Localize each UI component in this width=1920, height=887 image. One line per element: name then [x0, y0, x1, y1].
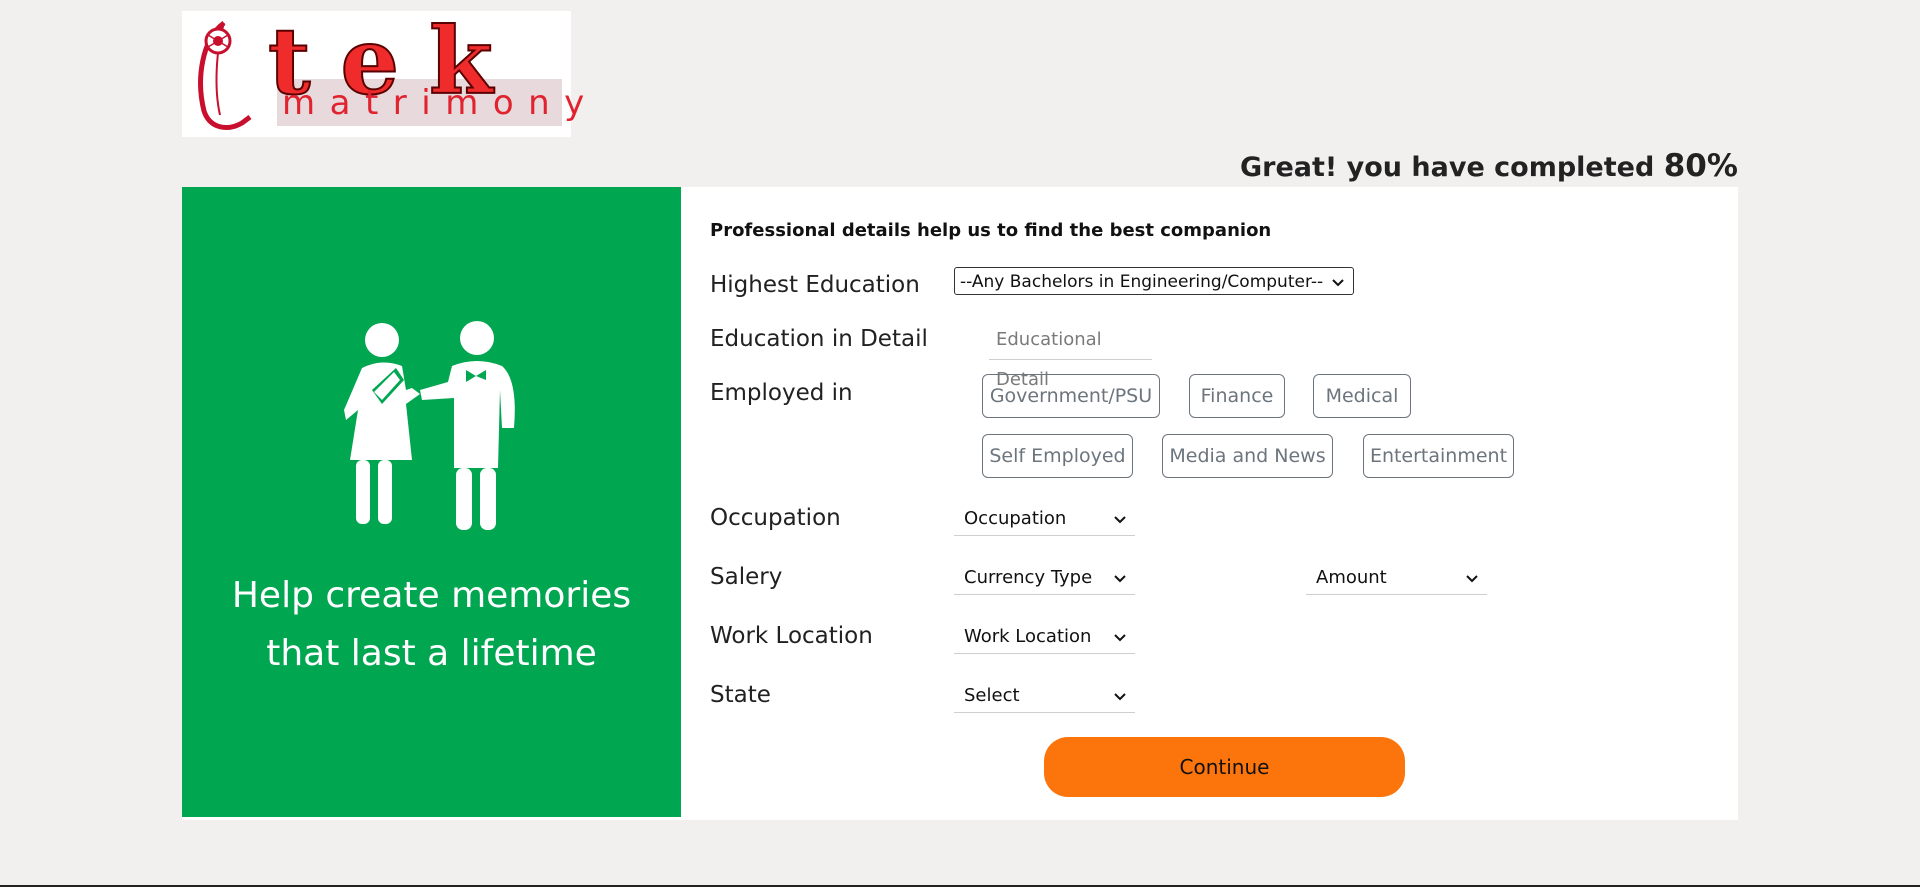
progress-message: Great! you have completed 80% [1240, 146, 1738, 188]
form-heading: Professional details help us to find the… [710, 220, 1272, 241]
occupation-select[interactable]: Occupation [954, 502, 1135, 536]
continue-button[interactable]: Continue [1044, 737, 1405, 797]
employed-option-government[interactable]: Government/PSU [982, 374, 1160, 418]
employed-option-media-news[interactable]: Media and News [1162, 434, 1333, 478]
currency-type-select[interactable]: Currency Type [954, 561, 1135, 595]
work-location-label: Work Location [710, 623, 873, 649]
progress-percent: 80% [1663, 148, 1738, 184]
employed-in-label: Employed in [710, 380, 853, 406]
logo-subtitle: matrimony [282, 83, 599, 123]
tagline-line2: that last a lifetime [266, 633, 597, 674]
employed-option-entertainment[interactable]: Entertainment [1363, 434, 1514, 478]
employed-option-finance[interactable]: Finance [1189, 374, 1285, 418]
salary-label: Salery [710, 564, 783, 590]
state-value: Select [964, 685, 1020, 706]
currency-type-value: Currency Type [964, 567, 1093, 588]
hero-tagline: Help create memories that last a lifetim… [182, 567, 681, 683]
state-select[interactable]: Select [954, 679, 1135, 713]
chevron-down-icon [1113, 679, 1127, 713]
work-location-select[interactable]: Work Location [954, 620, 1135, 654]
chevron-down-icon [1113, 502, 1127, 536]
occupation-label: Occupation [710, 505, 841, 531]
amount-value: Amount [1316, 567, 1387, 588]
amount-select[interactable]: Amount [1306, 561, 1487, 595]
hero-panel: Help create memories that last a lifetim… [182, 187, 681, 817]
logo[interactable]: tek matrimony [182, 10, 584, 137]
profile-card: Help create memories that last a lifetim… [182, 187, 1738, 820]
chevron-down-icon [1113, 561, 1127, 595]
ring-icon [194, 19, 258, 133]
employed-option-medical[interactable]: Medical [1313, 374, 1411, 418]
chevron-down-icon [1113, 620, 1127, 654]
employed-option-self-employed[interactable]: Self Employed [982, 434, 1133, 478]
progress-text: Great! you have completed [1240, 152, 1664, 183]
occupation-value: Occupation [964, 508, 1067, 529]
couple-icon [342, 320, 532, 535]
state-label: State [710, 682, 771, 708]
work-location-value: Work Location [964, 626, 1092, 647]
tagline-line1: Help create memories [231, 575, 632, 616]
education-detail-input[interactable]: Educational Detail [989, 320, 1152, 390]
chevron-down-icon [1465, 561, 1479, 595]
highest-education-select[interactable]: --Any Bachelors in Engineering/Computer-… [954, 267, 1354, 295]
highest-education-value: --Any Bachelors in Engineering/Computer-… [960, 272, 1324, 292]
education-detail-label: Education in Detail [710, 326, 928, 352]
highest-education-label: Highest Education [710, 272, 920, 298]
chevron-down-icon [1331, 268, 1345, 296]
